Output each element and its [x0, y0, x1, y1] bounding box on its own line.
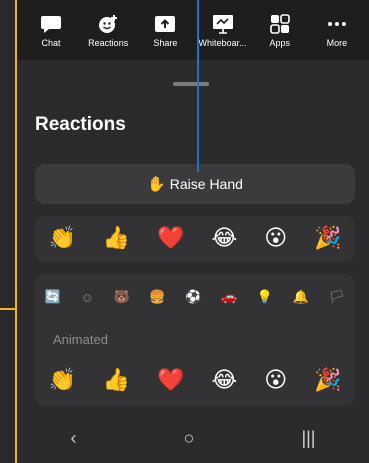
home-icon[interactable]: ○	[184, 428, 195, 449]
toolbar-share[interactable]: Share	[137, 14, 193, 60]
animated-red-heart-icon[interactable]: ❤️	[157, 370, 184, 392]
animated-thumbs-up-icon[interactable]: 👍	[103, 370, 130, 392]
chat-icon	[41, 16, 61, 33]
recent-apps-icon[interactable]: |||	[301, 428, 315, 449]
toolbar-whiteboard-label: Whiteboar...	[198, 38, 247, 48]
apps-icon	[269, 14, 290, 34]
zoom-reactions-screen: Chat Reactions Share Whiteboar... Apps M…	[15, 0, 369, 463]
animated-tears-of-joy-icon[interactable]: 😂	[212, 370, 238, 392]
animated-section-label: Animated	[53, 332, 108, 347]
toolbar-reactions[interactable]: Reactions	[80, 14, 136, 60]
smileys-category-icon[interactable]: ☺	[81, 290, 94, 305]
clapping-hands-icon[interactable]: 👏	[48, 228, 75, 250]
animals-category-icon[interactable]: 🐻	[114, 289, 130, 305]
toolbar-apps[interactable]: Apps	[252, 14, 308, 60]
toolbar-more[interactable]: More	[309, 14, 365, 60]
animated-clapping-hands-icon[interactable]: 👏	[48, 370, 75, 392]
toolbar-apps-label: Apps	[269, 38, 290, 48]
tears-of-joy-icon[interactable]: 😂	[212, 228, 238, 250]
toolbar-whiteboard[interactable]: Whiteboar...	[195, 14, 251, 60]
activity-category-icon[interactable]: ⚽	[185, 289, 201, 305]
party-popper-icon[interactable]: 🎉	[314, 228, 341, 250]
whiteboard-icon	[212, 15, 233, 34]
food-category-icon[interactable]: 🍔	[149, 289, 165, 305]
quick-reactions-row: 👏 👍 ❤️ 😂 😮 🎉	[35, 216, 355, 262]
reactions-sheet: Reactions ✋ Raise Hand 👏 👍 ❤️ 😂 😮 🎉 🔄 ☺ …	[17, 60, 369, 463]
toolbar-reactions-label: Reactions	[88, 38, 129, 48]
toolbar-chat[interactable]: Chat	[23, 14, 79, 60]
reactions-icon	[99, 15, 118, 33]
recent-category-icon[interactable]: 🔄	[45, 289, 61, 305]
sheet-drag-handle[interactable]	[173, 82, 209, 86]
objects-category-icon[interactable]: 💡	[257, 289, 273, 305]
flags-category-icon[interactable]: 🏳	[329, 289, 346, 305]
toolbar-more-label: More	[326, 38, 348, 48]
travel-category-icon[interactable]: 🚗	[221, 289, 237, 305]
raised-hand-icon: ✋	[147, 174, 166, 193]
share-icon	[155, 16, 176, 32]
animated-open-mouth-icon[interactable]: 😮	[264, 370, 287, 392]
toolbar-share-label: Share	[153, 38, 178, 48]
meeting-toolbar: Chat Reactions Share Whiteboar... Apps M…	[17, 0, 369, 60]
animated-party-popper-icon[interactable]: 🎉	[314, 370, 341, 392]
thumbs-up-icon[interactable]: 👍	[103, 228, 130, 250]
emoji-picker-panel: 🔄 ☺ 🐻 🍔 ⚽ 🚗 💡 🔔 🏳 Animated 👏 👍 ❤️ 😂 😮 🎉	[35, 274, 355, 406]
raise-hand-label: Raise Hand	[169, 176, 243, 192]
animated-reactions-row: 👏 👍 ❤️ 😂 😮 🎉	[35, 358, 355, 404]
android-nav-bar: ‹ ○ |||	[17, 413, 369, 463]
more-icon	[327, 22, 346, 26]
red-heart-icon[interactable]: ❤️	[157, 228, 184, 250]
emoji-category-tabs: 🔄 ☺ 🐻 🍔 ⚽ 🚗 💡 🔔 🏳	[35, 286, 355, 308]
callout-pointer-line	[197, 0, 199, 172]
raise-hand-button[interactable]: ✋ Raise Hand	[35, 164, 355, 204]
toolbar-chat-label: Chat	[41, 38, 61, 48]
sheet-title: Reactions	[35, 114, 126, 135]
symbols-category-icon[interactable]: 🔔	[293, 289, 309, 305]
back-icon[interactable]: ‹	[71, 428, 77, 449]
open-mouth-icon[interactable]: 😮	[264, 228, 287, 250]
